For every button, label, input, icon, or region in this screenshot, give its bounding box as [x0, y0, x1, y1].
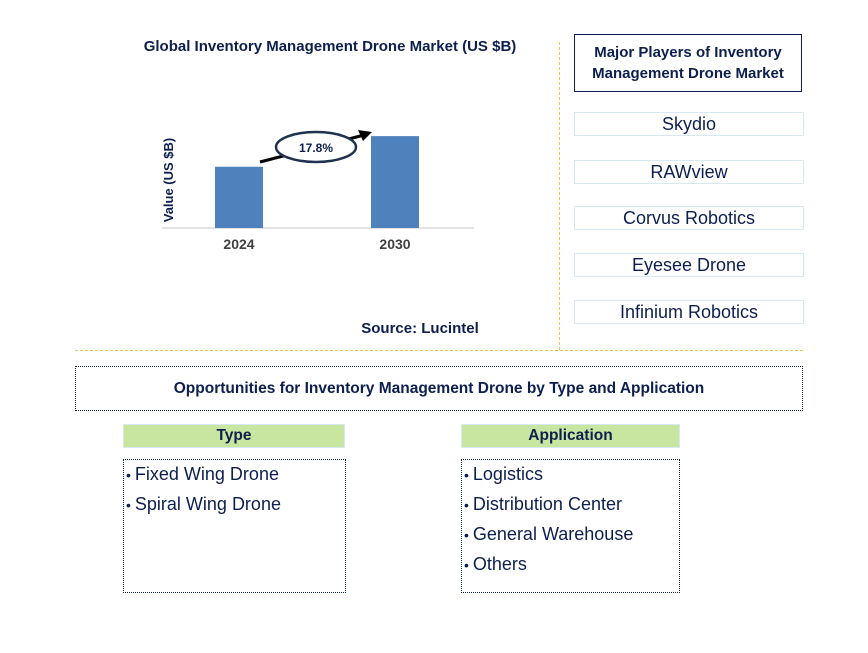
- bar-2024: [215, 166, 263, 228]
- players-header: Major Players of Inventory Management Dr…: [574, 34, 802, 92]
- type-header: Type: [123, 424, 345, 448]
- chart-title: Global Inventory Management Drone Market…: [143, 38, 517, 55]
- bullet-icon: •: [126, 497, 131, 513]
- x-tick-label: 2024: [223, 236, 254, 252]
- cagr-label: 17.8%: [299, 141, 333, 155]
- list-item: • General Warehouse: [464, 524, 634, 544]
- bar-2030: [371, 136, 419, 228]
- list-item: • Distribution Center: [464, 494, 622, 514]
- opportunities-title: Opportunities for Inventory Management D…: [75, 366, 803, 411]
- source-label: Source: Lucintel: [361, 320, 479, 337]
- application-list: • Logistics • Distribution Center • General…: [461, 459, 680, 593]
- cagr-annotation: 17.8%: [259, 130, 372, 164]
- horizontal-divider: [75, 350, 803, 351]
- bullet-icon: •: [464, 557, 469, 573]
- bullet-icon: •: [126, 467, 131, 483]
- bullet-icon: •: [464, 467, 469, 483]
- player-item: RAWview: [574, 160, 804, 184]
- player-item: Infinium Robotics: [574, 300, 804, 324]
- x-tick-label: 2030: [379, 236, 410, 252]
- list-item: • Spiral Wing Drone: [126, 494, 281, 514]
- type-list: • Fixed Wing Drone • Spiral Wing Drone: [123, 459, 346, 593]
- list-item: • Others: [464, 554, 527, 574]
- bullet-icon: •: [464, 527, 469, 543]
- y-axis-label: Value (US $B): [161, 138, 176, 223]
- list-item: • Fixed Wing Drone: [126, 464, 279, 484]
- application-header: Application: [461, 424, 680, 448]
- vertical-divider: [559, 42, 560, 350]
- player-item: Corvus Robotics: [574, 206, 804, 230]
- bullet-icon: •: [464, 497, 469, 513]
- list-item: • Logistics: [464, 464, 543, 484]
- player-item: Skydio: [574, 112, 804, 136]
- bar-chart: Value (US $B) 2024 2030 17.8%: [161, 130, 474, 252]
- player-item: Eyesee Drone: [574, 253, 804, 277]
